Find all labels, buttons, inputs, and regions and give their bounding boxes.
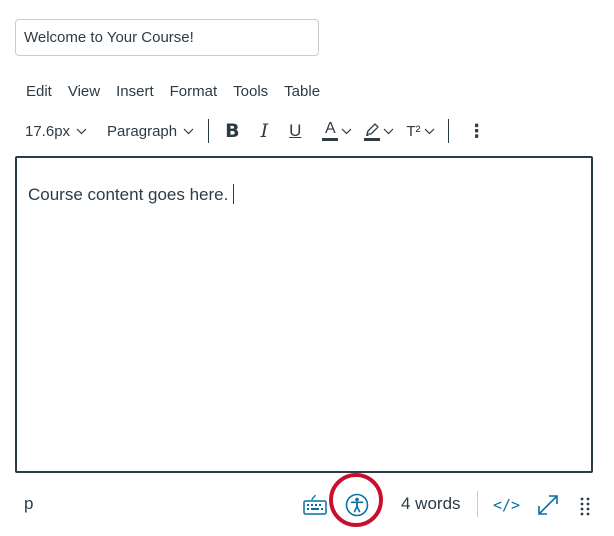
chevron-down-icon (383, 128, 394, 134)
menu-view[interactable]: View (60, 81, 108, 103)
text-caret (233, 184, 235, 204)
underline-button[interactable]: U (280, 116, 310, 146)
bold-button[interactable]: B (216, 116, 248, 146)
highlight-color-swatch (364, 137, 381, 141)
italic-button[interactable]: I (249, 116, 281, 146)
chevron-down-icon (424, 128, 434, 134)
statusbar-divider (477, 491, 478, 517)
menu-edit[interactable]: Edit (18, 81, 60, 103)
text-color-glyph: A (325, 120, 336, 137)
fullscreen-icon[interactable] (536, 493, 560, 517)
element-path[interactable]: p (24, 494, 33, 514)
italic-glyph: I (260, 120, 269, 142)
font-size-value: 17.6px (25, 122, 71, 140)
statusbar: p 4 words </> (0, 484, 614, 528)
highlight-pen-shape (366, 122, 380, 136)
toolbar-divider (208, 119, 210, 143)
chevron-down-icon (76, 128, 87, 134)
menubar: Edit View Insert Format Tools Table (18, 81, 328, 103)
underline-glyph: U (289, 121, 302, 140)
title-input[interactable] (15, 19, 319, 56)
editor-content[interactable]: Course content goes here. (28, 184, 235, 205)
html-editor-toggle[interactable]: </> (493, 496, 520, 514)
block-format-value: Paragraph (107, 122, 178, 140)
chevron-down-icon (183, 128, 194, 134)
editor-text: Course content goes here. (28, 185, 229, 204)
highlight-pen-icon (364, 122, 381, 141)
block-format-dropdown[interactable]: Paragraph (100, 116, 201, 146)
keyboard-icon[interactable] (303, 494, 327, 516)
word-count: 4 words (401, 494, 461, 513)
text-color-icon: A (322, 120, 339, 141)
more-options-icon: ⋮ (467, 120, 486, 141)
bold-glyph: B (225, 120, 240, 142)
highlight-color-button[interactable] (358, 116, 400, 146)
toolbar: 17.6px Paragraph B I U A T² ⋮ (18, 116, 498, 146)
menu-table[interactable]: Table (276, 81, 328, 103)
menu-tools[interactable]: Tools (225, 81, 276, 103)
superscript-glyph: T² (406, 122, 421, 140)
resize-grip-icon[interactable] (580, 496, 590, 516)
editor-area[interactable]: Course content goes here. (15, 156, 593, 473)
chevron-down-icon (341, 128, 352, 134)
text-color-button[interactable]: A (310, 116, 358, 146)
accessibility-icon[interactable] (345, 493, 369, 517)
toolbar-divider (447, 119, 449, 143)
text-color-swatch (322, 138, 339, 141)
menu-insert[interactable]: Insert (108, 81, 162, 103)
more-options-button[interactable]: ⋮ (456, 116, 498, 146)
font-size-dropdown[interactable]: 17.6px (18, 116, 94, 146)
superscript-button[interactable]: T² (400, 116, 440, 146)
menu-format[interactable]: Format (162, 81, 226, 103)
